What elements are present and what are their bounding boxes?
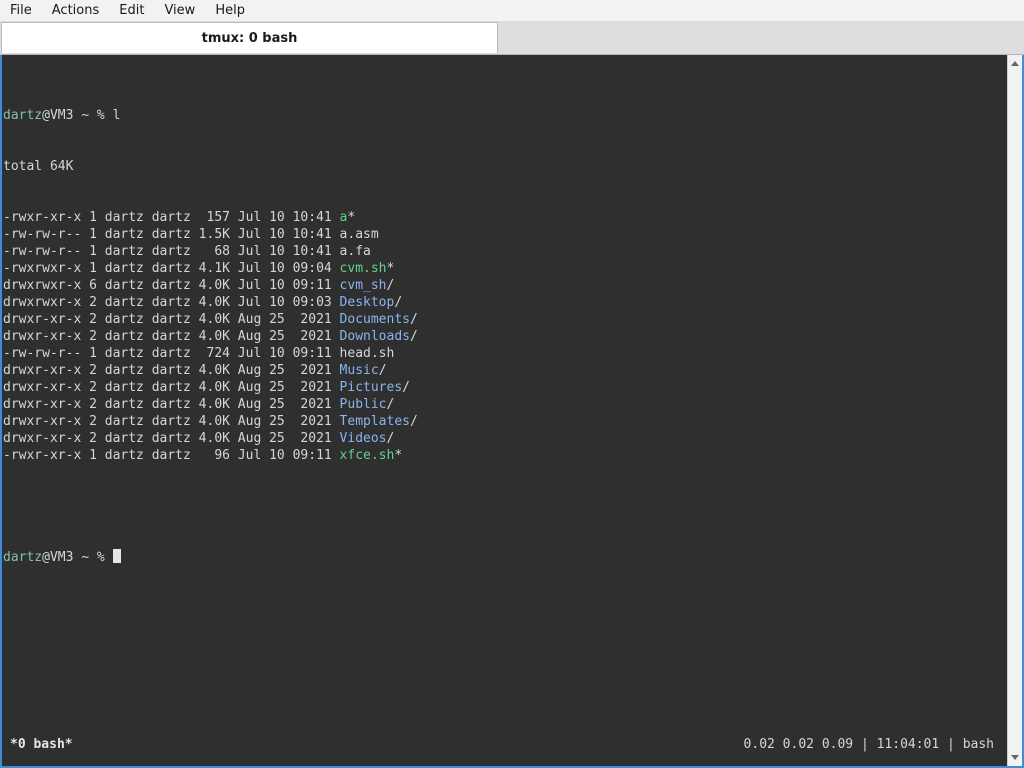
prompt-at: @ <box>42 550 50 565</box>
total-line: total 64K <box>3 159 74 174</box>
file-suffix: / <box>402 380 410 395</box>
file-meta: -rwxr-xr-x 1 dartz dartz 157 Jul 10 10:4… <box>3 210 340 225</box>
tmux-status-info: 0.02 0.02 0.09 | 11:04:01 | bash <box>743 737 994 752</box>
file-meta: drwxr-xr-x 2 dartz dartz 4.0K Aug 25 202… <box>3 397 340 412</box>
file-name: Downloads <box>339 329 410 344</box>
file-meta: drwxrwxr-x 2 dartz dartz 4.0K Jul 10 09:… <box>3 295 340 310</box>
file-name: a.fa <box>339 244 371 259</box>
list-item: -rw-rw-r-- 1 dartz dartz 724 Jul 10 09:1… <box>3 345 418 362</box>
list-item: drwxrwxr-x 2 dartz dartz 4.0K Jul 10 09:… <box>3 294 418 311</box>
file-suffix: / <box>410 414 418 429</box>
prompt-user: dartz <box>3 108 43 123</box>
menu-bar: File Actions Edit View Help <box>0 0 1024 21</box>
file-name: Pictures <box>339 380 403 395</box>
file-name: Music <box>339 363 379 378</box>
listing: -rwxr-xr-x 1 dartz dartz 157 Jul 10 10:4… <box>3 209 418 464</box>
command-line: dartz@VM3 ~ % l <box>3 107 418 124</box>
list-item: drwxrwxr-x 6 dartz dartz 4.0K Jul 10 09:… <box>3 277 418 294</box>
file-name: cvm.sh <box>339 261 387 276</box>
file-name: Templates <box>339 414 410 429</box>
prompt-host: VM3 <box>49 550 74 565</box>
file-meta: drwxr-xr-x 2 dartz dartz 4.0K Aug 25 202… <box>3 329 340 344</box>
file-suffix: / <box>410 329 418 344</box>
file-suffix: * <box>394 448 403 463</box>
menu-file[interactable]: File <box>0 0 42 21</box>
menu-edit[interactable]: Edit <box>109 0 154 21</box>
prompt-host: VM3 <box>49 108 74 123</box>
text-cursor <box>112 549 121 563</box>
tab-tmux-bash[interactable]: tmux: 0 bash <box>1 22 498 53</box>
list-item: -rwxrwxr-x 1 dartz dartz 4.1K Jul 10 09:… <box>3 260 418 277</box>
file-name: Videos <box>339 431 387 446</box>
file-meta: drwxr-xr-x 2 dartz dartz 4.0K Aug 25 202… <box>3 414 340 429</box>
file-meta: -rwxrwxr-x 1 dartz dartz 4.1K Jul 10 09:… <box>3 261 340 276</box>
file-suffix: * <box>347 210 356 225</box>
menu-help[interactable]: Help <box>205 0 255 21</box>
tmux-window-list: *0 bash* <box>10 737 73 752</box>
prompt-user: dartz <box>3 550 43 565</box>
file-name: head.sh <box>339 346 395 361</box>
file-meta: drwxr-xr-x 2 dartz dartz 4.0K Aug 25 202… <box>3 312 340 327</box>
file-name: Documents <box>339 312 410 327</box>
list-item: -rw-rw-r-- 1 dartz dartz 1.5K Jul 10 10:… <box>3 226 418 243</box>
menu-view[interactable]: View <box>154 0 205 21</box>
file-meta: drwxr-xr-x 2 dartz dartz 4.0K Aug 25 202… <box>3 431 340 446</box>
file-name: a.asm <box>339 227 379 242</box>
terminal-output[interactable]: dartz@VM3 ~ % l total 64K -rwxr-xr-x 1 d… <box>2 55 1006 766</box>
list-item: -rwxr-xr-x 1 dartz dartz 157 Jul 10 10:4… <box>3 209 418 226</box>
list-item: drwxr-xr-x 2 dartz dartz 4.0K Aug 25 202… <box>3 328 418 345</box>
file-suffix: / <box>410 312 418 327</box>
file-name: Desktop <box>339 295 395 310</box>
file-meta: -rwxr-xr-x 1 dartz dartz 96 Jul 10 09:11 <box>3 448 340 463</box>
list-item: -rw-rw-r-- 1 dartz dartz 68 Jul 10 10:41… <box>3 243 418 260</box>
terminal-window: File Actions Edit View Help tmux: 0 bash… <box>0 0 1024 768</box>
prompt-at: @ <box>42 108 50 123</box>
file-suffix: / <box>386 431 395 446</box>
file-suffix: / <box>386 397 395 412</box>
list-item: drwxr-xr-x 2 dartz dartz 4.0K Aug 25 202… <box>3 396 418 413</box>
file-meta: drwxr-xr-x 2 dartz dartz 4.0K Aug 25 202… <box>3 380 340 395</box>
scroll-down-icon[interactable] <box>1011 755 1019 760</box>
scroll-up-icon[interactable] <box>1011 61 1019 66</box>
file-name: xfce.sh <box>339 448 395 463</box>
file-name: Public <box>339 397 387 412</box>
prompt-suffix: ~ % <box>73 108 113 123</box>
file-suffix: / <box>378 363 387 378</box>
list-item: drwxr-xr-x 2 dartz dartz 4.0K Aug 25 202… <box>3 413 418 430</box>
list-item: -rwxr-xr-x 1 dartz dartz 96 Jul 10 09:11… <box>3 447 418 464</box>
vertical-scrollbar[interactable] <box>1007 55 1022 766</box>
prompt-suffix: ~ % <box>73 550 113 565</box>
list-item: drwxr-xr-x 2 dartz dartz 4.0K Aug 25 202… <box>3 362 418 379</box>
file-suffix: / <box>394 295 403 310</box>
file-name: cvm_sh <box>339 278 387 293</box>
list-item: drwxr-xr-x 2 dartz dartz 4.0K Aug 25 202… <box>3 311 418 328</box>
tab-label: tmux: 0 bash <box>201 30 298 46</box>
file-suffix: * <box>386 261 395 276</box>
file-meta: -rw-rw-r-- 1 dartz dartz 724 Jul 10 09:1… <box>3 346 340 361</box>
file-suffix: / <box>386 278 395 293</box>
menu-actions[interactable]: Actions <box>42 0 110 21</box>
file-meta: -rw-rw-r-- 1 dartz dartz 1.5K Jul 10 10:… <box>3 227 340 242</box>
command-text: l <box>112 108 121 123</box>
active-prompt-line: dartz@VM3 ~ % <box>3 549 418 566</box>
tab-bar: tmux: 0 bash <box>0 21 1024 55</box>
list-item: drwxr-xr-x 2 dartz dartz 4.0K Aug 25 202… <box>3 430 418 447</box>
file-meta: drwxrwxr-x 6 dartz dartz 4.0K Jul 10 09:… <box>3 278 340 293</box>
terminal-lines: dartz@VM3 ~ % l total 64K -rwxr-xr-x 1 d… <box>3 73 418 600</box>
list-item: drwxr-xr-x 2 dartz dartz 4.0K Aug 25 202… <box>3 379 418 396</box>
file-meta: -rw-rw-r-- 1 dartz dartz 68 Jul 10 10:41 <box>3 244 340 259</box>
file-meta: drwxr-xr-x 2 dartz dartz 4.0K Aug 25 202… <box>3 363 340 378</box>
